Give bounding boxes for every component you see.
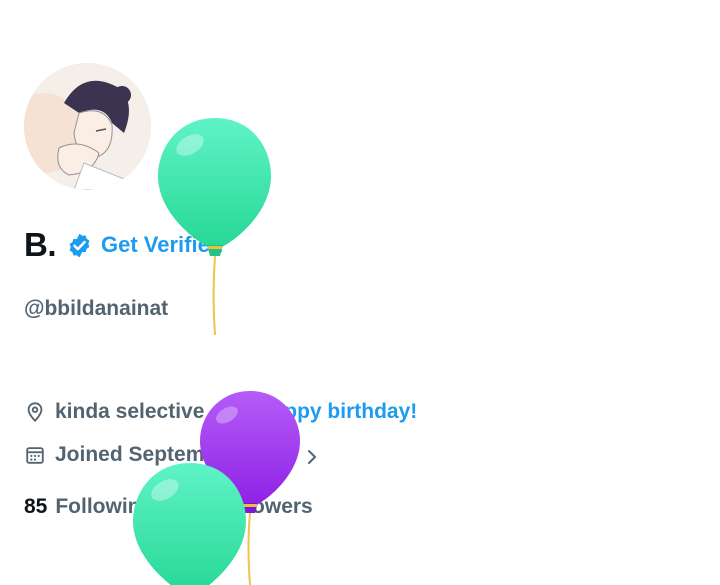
following-count[interactable]: 85 [24, 495, 47, 519]
display-name: B. [24, 226, 57, 263]
chevron-right-icon[interactable] [304, 447, 320, 464]
name-row: B. Get Verified [24, 226, 223, 264]
followers-count[interactable]: 88 [183, 495, 206, 519]
get-verified-link[interactable]: Get Verified [101, 232, 223, 258]
location-row: kinda selective Happy birthday! [24, 400, 417, 424]
joined-row[interactable]: Joined September 2021 [24, 443, 320, 467]
avatar[interactable] [24, 63, 151, 190]
followers-label[interactable]: Followers [215, 495, 313, 519]
verified-badge-icon[interactable] [66, 232, 93, 259]
calendar-icon [24, 444, 46, 466]
following-label[interactable]: Following [55, 495, 153, 519]
follow-stats: 85 Following 88 Followers [24, 495, 343, 519]
green-balloon-bottom-icon [133, 463, 246, 585]
balloon-icon [226, 401, 248, 423]
location-text: kinda selective [55, 400, 205, 423]
location-pin-icon [24, 401, 46, 423]
green-balloon-icon [158, 118, 271, 336]
joined-text: Joined September 2021 [55, 443, 290, 466]
birthday-link[interactable]: Happy birthday! [257, 400, 417, 424]
handle: @bbildanainat [24, 297, 169, 320]
